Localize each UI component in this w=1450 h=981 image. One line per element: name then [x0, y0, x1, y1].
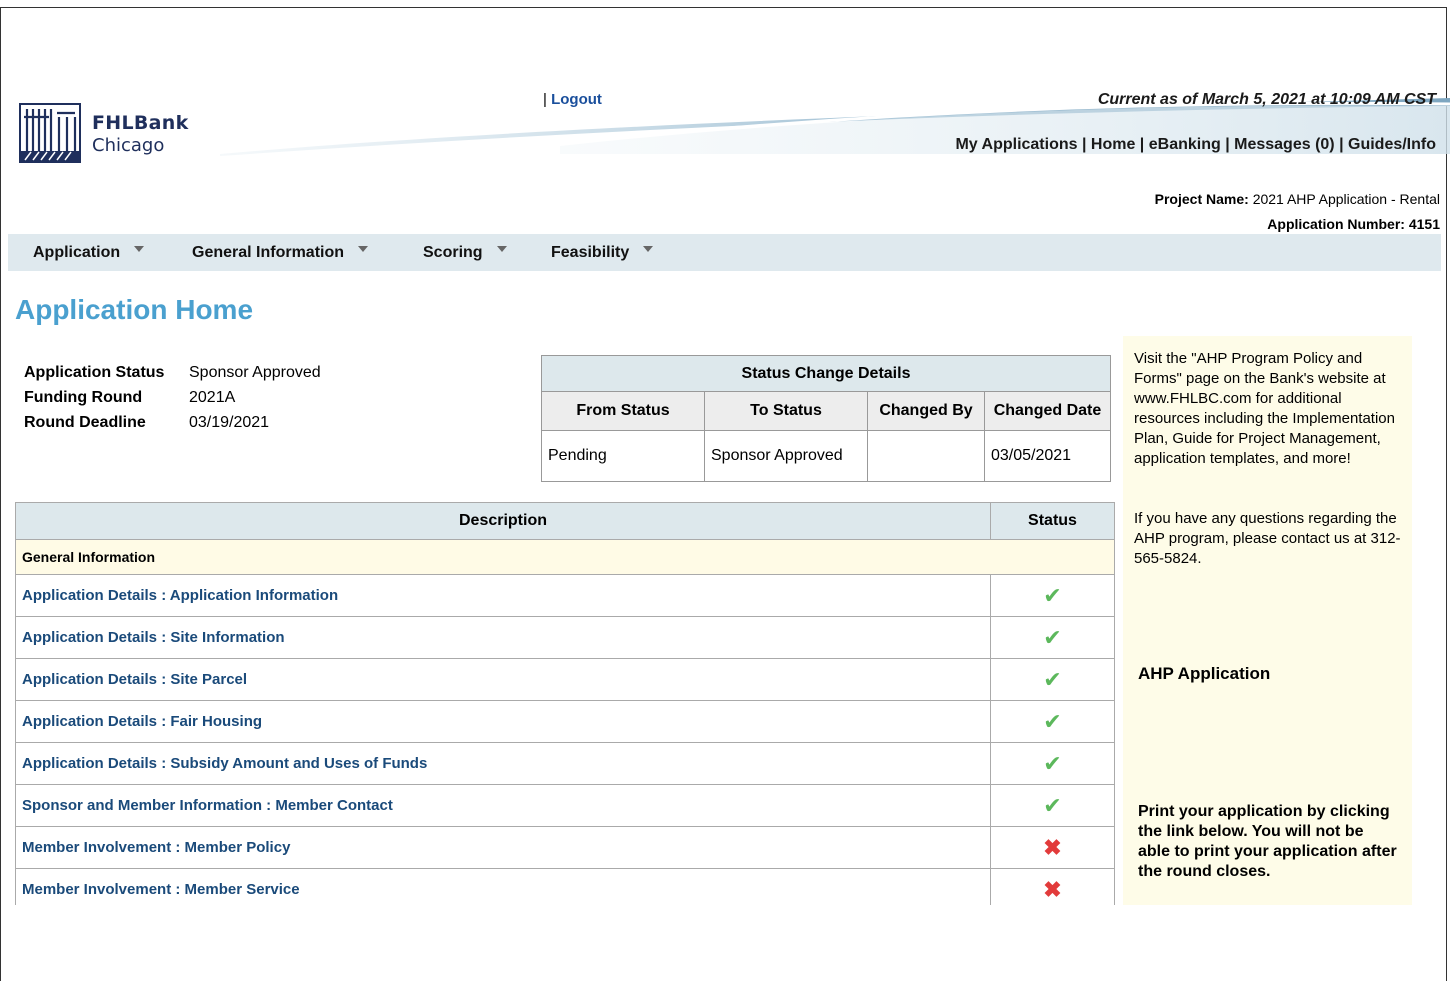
side-info-panel: Visit the "AHP Program Policy and Forms"… — [1123, 336, 1412, 905]
application-status-value: Sponsor Approved — [189, 364, 321, 381]
table-row: Member Involvement : Member Service ✖ — [15, 868, 1115, 905]
cell-to-status: Sponsor Approved — [704, 430, 868, 482]
row-link-site-information[interactable]: Application Details : Site Information — [15, 616, 991, 659]
row-link-application-information[interactable]: Application Details : Application Inform… — [15, 574, 991, 617]
status-change-caption: Status Change Details — [541, 355, 1111, 392]
row-link-fair-housing[interactable]: Application Details : Fair Housing — [15, 700, 991, 743]
table-row: Application Details : Fair Housing ✔ — [15, 700, 1115, 743]
nav-guides-info[interactable]: Guides/Info — [1348, 136, 1436, 153]
row-link-member-contact[interactable]: Sponsor and Member Information : Member … — [15, 784, 991, 827]
nav-ebanking[interactable]: eBanking — [1149, 136, 1221, 153]
cross-icon: ✖ — [1043, 834, 1062, 860]
logout-link[interactable]: Logout — [551, 91, 602, 108]
column-header-status: Status — [990, 502, 1115, 540]
menu-feasibility-label: Feasibility — [551, 244, 630, 261]
cross-icon: ✖ — [1043, 876, 1062, 902]
nav-home[interactable]: Home — [1091, 136, 1135, 153]
table-row: Application Details : Site Information ✔ — [15, 616, 1115, 659]
logo-mark-icon — [19, 103, 81, 163]
check-icon: ✔ — [1043, 708, 1062, 734]
menu-feasibility[interactable]: Feasibility — [551, 234, 654, 271]
page-content: FHLBank Chicago | Logout Current as of M… — [0, 0, 1450, 905]
row-link-member-service[interactable]: Member Involvement : Member Service — [15, 868, 991, 905]
check-icon: ✔ — [1043, 624, 1062, 650]
check-icon: ✔ — [1043, 750, 1062, 776]
chevron-down-icon — [643, 245, 654, 252]
check-icon: ✔ — [1043, 792, 1062, 818]
chevron-down-icon — [496, 245, 507, 252]
row-link-subsidy-amount[interactable]: Application Details : Subsidy Amount and… — [15, 742, 991, 785]
column-header-from-status: From Status — [541, 391, 705, 431]
application-number-value: 4151 — [1408, 216, 1440, 232]
menu-application[interactable]: Application — [33, 234, 145, 271]
column-header-changed-by: Changed By — [867, 391, 985, 431]
table-row: Application Details : Subsidy Amount and… — [15, 742, 1115, 785]
logout-area: | Logout — [543, 91, 602, 108]
chevron-down-icon — [358, 245, 369, 252]
table-row: Application Details : Application Inform… — [15, 574, 1115, 617]
round-deadline-label: Round Deadline — [24, 414, 146, 431]
table-row: Pending Sponsor Approved 03/05/2021 — [541, 430, 1111, 482]
logo-text-line2: Chicago — [92, 135, 165, 156]
cell-changed-date: 03/05/2021 — [984, 430, 1111, 482]
menu-application-label: Application — [33, 244, 121, 261]
round-deadline-value: 03/19/2021 — [189, 414, 270, 431]
check-icon: ✔ — [1043, 666, 1062, 692]
column-header-changed-date: Changed Date — [984, 391, 1111, 431]
nav-messages[interactable]: Messages (0) — [1234, 136, 1335, 153]
menu-scoring[interactable]: Scoring — [423, 234, 507, 271]
project-name-label: Project Name: — [1154, 191, 1249, 207]
cell-changed-by — [867, 430, 985, 482]
fhlbank-logo[interactable]: FHLBank Chicago — [19, 103, 199, 165]
page-title: Application Home — [15, 294, 254, 325]
current-as-of: Current as of March 5, 2021 at 10:09 AM … — [1097, 91, 1436, 108]
side-resources-text: Visit the "AHP Program Policy and Forms"… — [1134, 350, 1395, 467]
row-link-member-policy[interactable]: Member Involvement : Member Policy — [15, 826, 991, 869]
funding-round-value: 2021A — [189, 389, 236, 406]
chevron-down-icon — [134, 245, 145, 252]
logout-separator: | — [543, 91, 547, 108]
side-contact-text: If you have any questions regarding the … — [1134, 510, 1401, 567]
table-row: Member Involvement : Member Policy ✖ — [15, 826, 1115, 869]
main-menu-bar: Application General Information Scoring … — [8, 234, 1441, 271]
cell-from-status: Pending — [541, 430, 705, 482]
table-row: Application Details : Site Parcel ✔ — [15, 658, 1115, 701]
logo-text-line1: FHLBank — [92, 112, 189, 134]
funding-round-label: Funding Round — [24, 389, 143, 406]
menu-general-information[interactable]: General Information — [192, 234, 369, 271]
nav-my-applications[interactable]: My Applications — [955, 136, 1077, 153]
section-header-general-information: General Information — [15, 539, 1115, 575]
menu-scoring-label: Scoring — [423, 244, 483, 261]
column-header-to-status: To Status — [704, 391, 868, 431]
project-info: Project Name: 2021 AHP Application - Ren… — [1155, 187, 1440, 237]
check-icon: ✔ — [1043, 582, 1062, 608]
column-header-description: Description — [15, 502, 991, 540]
side-ahp-application-heading: AHP Application — [1138, 664, 1271, 683]
application-status-info: Application Status Sponsor Approved Fundi… — [24, 360, 321, 435]
menu-general-information-label: General Information — [192, 244, 345, 261]
top-navigation: My Applications | Home | eBanking | Mess… — [955, 136, 1436, 153]
application-status-label: Application Status — [24, 364, 165, 381]
row-link-site-parcel[interactable]: Application Details : Site Parcel — [15, 658, 991, 701]
project-name-value: 2021 AHP Application - Rental — [1252, 191, 1440, 207]
table-row: Sponsor and Member Information : Member … — [15, 784, 1115, 827]
status-change-table: Status Change Details From Status To Sta… — [541, 355, 1111, 482]
application-checklist-table: Description Status General Information A… — [15, 502, 1115, 905]
application-number-label: Application Number: — [1267, 216, 1405, 232]
side-print-text: Print your application by clicking the l… — [1138, 803, 1397, 880]
